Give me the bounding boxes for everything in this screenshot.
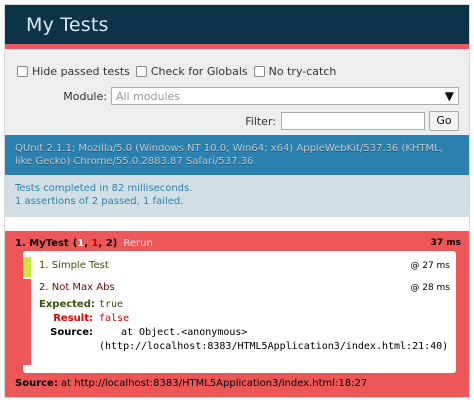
hide-passed-option[interactable]: Hide passed tests xyxy=(17,65,130,78)
summary-duration: Tests completed in 82 milliseconds. xyxy=(15,183,193,194)
check-globals-option[interactable]: Check for Globals xyxy=(135,64,248,78)
module-name[interactable]: 1. MyTest xyxy=(15,238,69,249)
test-source: Source: at http://localhost:8383/HTML5Ap… xyxy=(15,378,367,389)
result-key: Result: xyxy=(53,313,93,324)
rerun-link[interactable]: Rerun xyxy=(123,238,152,249)
source-line2: (http://localhost:8383/HTML5Application3… xyxy=(99,341,449,352)
qunit-toolbar: Hide passed tests Check for Globals No t… xyxy=(5,49,469,135)
result-row: Result: false xyxy=(39,312,459,325)
module-counts: (1, 1, 2) xyxy=(73,238,118,249)
expected-row: Expected: true xyxy=(39,298,459,311)
filter-row: Filter: Go xyxy=(17,111,459,131)
check-globals-checkbox[interactable] xyxy=(135,65,147,77)
source-row-cont: (http://localhost:8383/HTML5Application3… xyxy=(39,340,459,353)
page-title[interactable]: My Tests xyxy=(26,14,469,36)
expected-key: Expected: xyxy=(39,299,95,310)
module-runtime: 37 ms xyxy=(430,238,461,248)
test-source-key: Source: xyxy=(15,378,58,389)
hide-passed-label: Hide passed tests xyxy=(32,64,130,78)
assertion-label: 2. Not Max Abs xyxy=(39,282,115,293)
caret-down-icon: ▼ xyxy=(444,89,454,103)
assertion-label: 1. Simple Test xyxy=(39,260,109,271)
go-button[interactable]: Go xyxy=(429,111,459,131)
assertion-runtime: @ 27 ms xyxy=(410,261,450,271)
qunit-container: My Tests Hide passed tests Check for Glo… xyxy=(4,4,470,398)
test-source-value: at http://localhost:8383/HTML5Applicatio… xyxy=(61,378,368,389)
check-globals-label: Check for Globals xyxy=(150,64,248,78)
hide-passed-checkbox[interactable] xyxy=(17,65,28,77)
no-try-catch-checkbox[interactable] xyxy=(253,65,265,77)
source-line1: at Object.<anonymous> xyxy=(121,327,248,338)
assertion-detail-table: Expected: true Result: false Source: at … xyxy=(39,297,459,353)
qunit-header: My Tests xyxy=(5,5,469,49)
result-value: false xyxy=(99,313,130,324)
no-try-catch-option[interactable]: No try-catch xyxy=(253,64,337,78)
source-row: Source: at Object.<anonymous> xyxy=(39,326,459,339)
total-count: 2 xyxy=(105,237,113,249)
module-filter-row: Module: All modules ▼ xyxy=(17,87,459,105)
expected-value: true xyxy=(99,299,124,310)
counts-close: ) xyxy=(112,237,118,249)
user-agent: QUnit 2.1.1; Mozilla/5.0 (Windows NT 10.… xyxy=(5,135,469,175)
module-select-value: All modules xyxy=(115,90,181,103)
passed-count: 1 xyxy=(91,237,99,249)
module-select[interactable]: All modules ▼ xyxy=(110,87,459,105)
module-label: Module: xyxy=(63,89,107,103)
source-key: Source: xyxy=(50,327,93,338)
failed-test-module: 1. MyTest (1, 1, 2) Rerun 37 ms 1. Simpl… xyxy=(5,231,469,397)
assertion-item-pass[interactable]: 1. Simple Test @ 27 ms xyxy=(23,257,456,277)
toolbar-options: Hide passed tests Check for Globals No t… xyxy=(17,63,459,79)
filter-label: Filter: xyxy=(245,114,276,128)
filter-input[interactable] xyxy=(281,112,425,130)
assertion-list: 1. Simple Test @ 27 ms 2. Not Max Abs @ … xyxy=(23,251,456,373)
assertion-item-fail[interactable]: 2. Not Max Abs @ 28 ms Expected: true Re… xyxy=(23,279,456,365)
no-try-catch-label: No try-catch xyxy=(268,64,337,78)
test-summary: Tests completed in 82 milliseconds. 1 as… xyxy=(5,175,469,217)
qunit-page: My Tests Hide passed tests Check for Glo… xyxy=(0,0,474,402)
counts-sep2: , xyxy=(98,237,106,249)
module-header: 1. MyTest (1, 1, 2) Rerun 37 ms xyxy=(15,237,461,249)
summary-counts: 1 assertions of 2 passed, 1 failed. xyxy=(15,196,184,207)
assertion-runtime: @ 28 ms xyxy=(410,283,450,293)
counts-sep1: , xyxy=(84,237,92,249)
